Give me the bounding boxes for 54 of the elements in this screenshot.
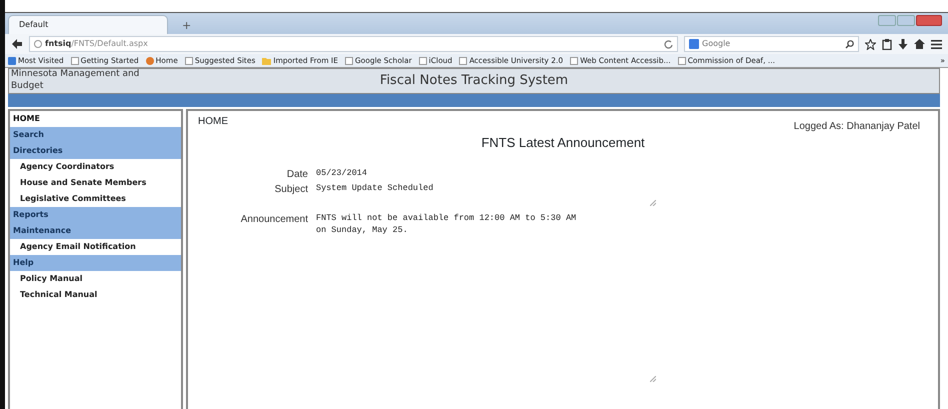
- breadcrumb-text: HOME: [198, 115, 228, 129]
- close-button[interactable]: [916, 15, 942, 26]
- search-input[interactable]: Google: [702, 38, 842, 50]
- field-value: 05/23/2014: [316, 166, 368, 180]
- minimize-button[interactable]: [878, 15, 896, 26]
- home-icon: [914, 39, 925, 49]
- page-icon: [70, 56, 79, 64]
- menu-item[interactable]: Policy Manual: [10, 271, 181, 287]
- organization-name: Minnesota Management and Budget: [10, 69, 140, 93]
- search-icon: [845, 40, 854, 48]
- menu-item[interactable]: House and Senate Members: [10, 175, 181, 191]
- url-text: fntsiq/FNTS/Default.aspx: [45, 38, 148, 50]
- menu-section[interactable]: Directories: [10, 143, 181, 159]
- folder-icon: [262, 56, 272, 64]
- menu-item[interactable]: Agency Coordinators: [10, 159, 181, 175]
- subject-text: System Update Scheduled: [316, 182, 434, 194]
- menu-item[interactable]: Agency Email Notification: [10, 239, 181, 255]
- search-field[interactable]: Google: [684, 36, 859, 52]
- menu-item[interactable]: Legislative Committees: [10, 191, 181, 207]
- globe-icon: [146, 56, 154, 64]
- field-label: Subject: [274, 182, 308, 196]
- resize-grip-icon: [650, 200, 656, 206]
- globe-icon: [34, 40, 42, 48]
- page-icon: [418, 56, 427, 64]
- site-title: Fiscal Notes Tracking System: [378, 72, 570, 90]
- menu-item[interactable]: Technical Manual: [10, 287, 181, 303]
- page-icon: [344, 56, 353, 64]
- back-icon: [11, 39, 23, 49]
- logged-in-user: Logged As: Dhananjay Patel: [794, 120, 920, 134]
- download-icon: [898, 38, 908, 50]
- menu-item[interactable]: HOME: [10, 111, 181, 127]
- page-icon: [459, 56, 468, 64]
- page-icon: [570, 56, 578, 64]
- announcement-heading: FNTS Latest Announcement: [480, 134, 646, 152]
- address-bar[interactable]: fntsiq/FNTS/Default.aspx: [29, 36, 678, 52]
- menu-section[interactable]: Help: [10, 255, 181, 271]
- page-icon: [678, 56, 686, 64]
- google-icon: [689, 39, 699, 49]
- announcement-text: FNTS will not be available from 12:00 AM to 5:30 AM on Sunday, May 25.: [316, 212, 578, 237]
- star-icon: [865, 38, 876, 50]
- field-label: Announcement: [240, 212, 308, 226]
- menu-section[interactable]: Maintenance: [10, 223, 181, 239]
- browser-tab[interactable]: Default: [8, 15, 168, 34]
- menu-icon: [931, 40, 942, 48]
- page-icon: [184, 56, 193, 64]
- field-label: Date: [286, 168, 308, 182]
- menu-section[interactable]: Search: [10, 127, 181, 143]
- restore-button[interactable]: [897, 15, 915, 26]
- clipboard-icon: [882, 38, 892, 50]
- reload-icon: [664, 40, 673, 48]
- new-tab-button[interactable]: +: [168, 18, 206, 34]
- bookmark-icon: [8, 56, 16, 64]
- menu-section[interactable]: Reports: [10, 207, 181, 223]
- resize-grip-icon: [650, 376, 656, 382]
